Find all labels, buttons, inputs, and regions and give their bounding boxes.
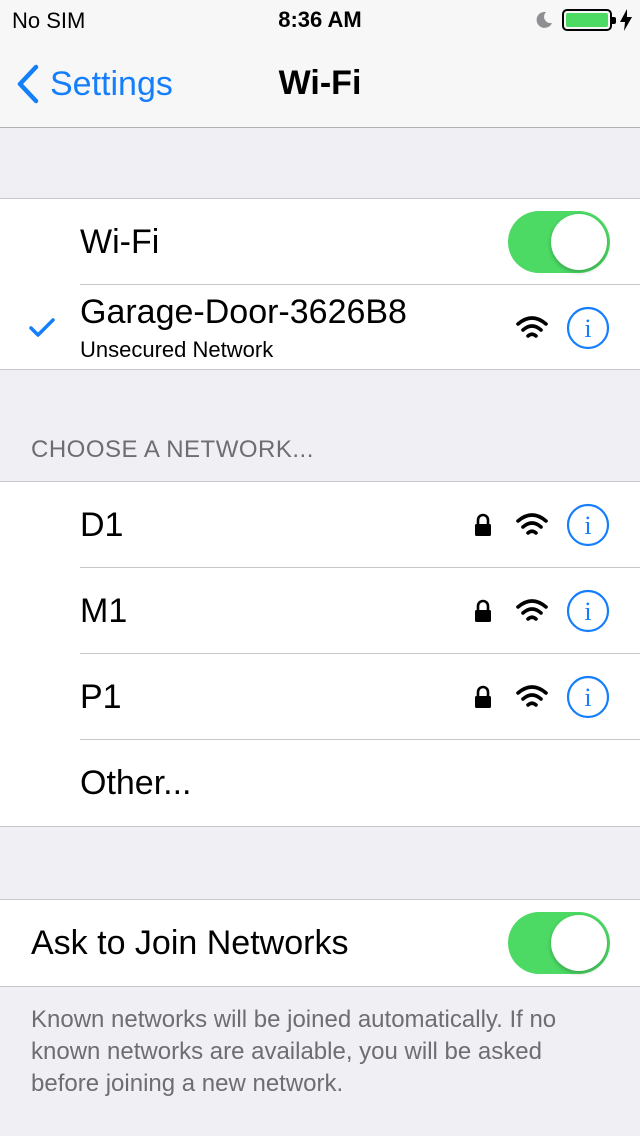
wifi-toggle-label: Wi-Fi xyxy=(80,223,160,261)
status-indicators xyxy=(534,7,632,33)
battery-icon xyxy=(562,9,616,31)
wifi-signal-icon xyxy=(516,685,548,707)
network-row-d1[interactable]: D1 i xyxy=(0,482,640,568)
do-not-disturb-moon-icon xyxy=(536,11,552,28)
network-name: M1 xyxy=(80,592,128,630)
status-bar: No SIM 8:36 AM xyxy=(0,0,640,40)
charging-bolt-icon xyxy=(620,9,632,31)
wifi-signal-icon xyxy=(516,513,548,535)
battery-tip xyxy=(612,17,616,24)
choose-network-header: CHOOSE A NETWORK... xyxy=(31,436,314,463)
info-icon[interactable]: i xyxy=(566,675,610,719)
svg-text:i: i xyxy=(584,597,591,626)
ask-to-join-row: Ask to Join Networks xyxy=(0,900,640,986)
other-network-row[interactable]: Other... xyxy=(0,740,640,826)
ask-to-join-label: Ask to Join Networks xyxy=(31,924,349,962)
svg-text:i: i xyxy=(584,683,591,712)
battery-level-fill xyxy=(566,13,608,27)
svg-text:i: i xyxy=(584,511,591,540)
connected-network-name: Garage-Door-3626B8 xyxy=(80,293,407,331)
network-row-p1[interactable]: P1 i xyxy=(0,654,640,740)
network-name: P1 xyxy=(80,678,122,716)
lock-icon xyxy=(475,513,491,536)
connected-network-row[interactable]: Garage-Door-3626B8 Unsecured Network i xyxy=(0,285,640,371)
ask-to-join-footer: Known networks will be joined automatica… xyxy=(31,1006,557,1097)
checkmark-icon xyxy=(29,318,55,337)
ask-to-join-toggle-switch[interactable] xyxy=(508,912,610,974)
wifi-group: Wi-Fi Garage-Door-3626B8 Unsecured Netwo… xyxy=(0,198,640,370)
other-network-label: Other... xyxy=(80,764,192,802)
info-icon[interactable]: i xyxy=(566,306,610,350)
page-title: Wi-Fi xyxy=(278,64,362,102)
toggle-knob xyxy=(551,214,607,270)
svg-text:i: i xyxy=(584,314,591,343)
lock-icon xyxy=(475,599,491,622)
toggle-knob xyxy=(551,915,607,971)
wifi-signal-icon xyxy=(516,316,548,338)
info-icon[interactable]: i xyxy=(566,503,610,547)
wifi-toggle-switch[interactable] xyxy=(508,211,610,273)
info-icon[interactable]: i xyxy=(566,589,610,633)
lock-icon xyxy=(475,685,491,708)
wifi-toggle-row: Wi-Fi xyxy=(0,199,640,285)
network-name: D1 xyxy=(80,506,124,544)
connected-network-status: Unsecured Network xyxy=(80,337,274,362)
network-row-m1[interactable]: M1 i xyxy=(0,568,640,654)
ask-to-join-group: Ask to Join Networks xyxy=(0,899,640,987)
networks-list: D1 i M1 i P1 i Other... xyxy=(0,481,640,827)
navigation-bar: Settings Wi-Fi xyxy=(0,40,640,128)
wifi-signal-icon xyxy=(516,599,548,621)
